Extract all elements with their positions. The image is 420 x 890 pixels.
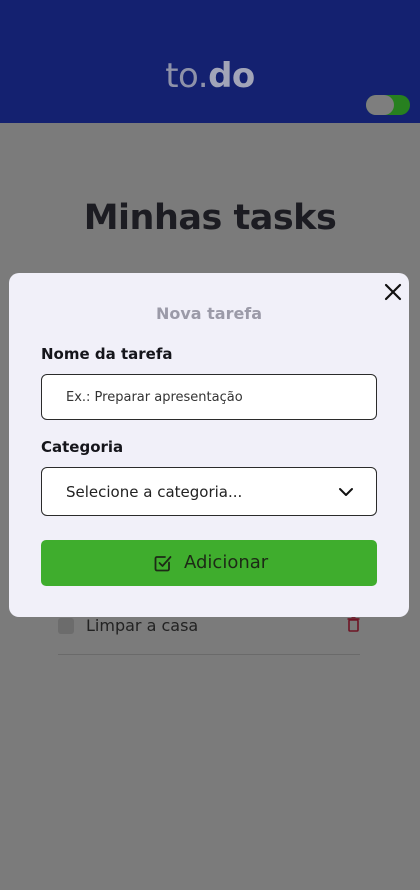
category-select[interactable]: Selecione a categoria... <box>41 467 377 516</box>
task-name-input[interactable] <box>41 374 377 420</box>
task-checkbox[interactable] <box>58 618 74 634</box>
check-square-icon <box>153 553 173 577</box>
add-task-button-label: Adicionar <box>184 552 269 573</box>
trash-icon[interactable] <box>347 616 360 636</box>
task-name-label: Nome da tarefa <box>41 345 173 363</box>
task-item: Limpar a casa <box>58 612 360 655</box>
task-label: Limpar a casa <box>86 616 199 635</box>
page-title: Minhas tasks <box>83 198 337 238</box>
category-label: Categoria <box>41 438 124 456</box>
close-button[interactable] <box>381 280 405 304</box>
app-logo: to.do <box>165 56 255 96</box>
category-select-value: Selecione a categoria... <box>66 483 243 501</box>
new-task-modal: Nova tarefa Nome da tarefa Categoria Sel… <box>9 273 409 617</box>
toggle-knob <box>366 95 394 115</box>
modal-title: Nova tarefa <box>155 304 263 323</box>
add-task-button[interactable]: Adicionar <box>41 540 377 586</box>
theme-toggle[interactable] <box>366 95 410 115</box>
chevron-down-icon <box>338 484 354 504</box>
app-header: to.do <box>0 0 420 123</box>
